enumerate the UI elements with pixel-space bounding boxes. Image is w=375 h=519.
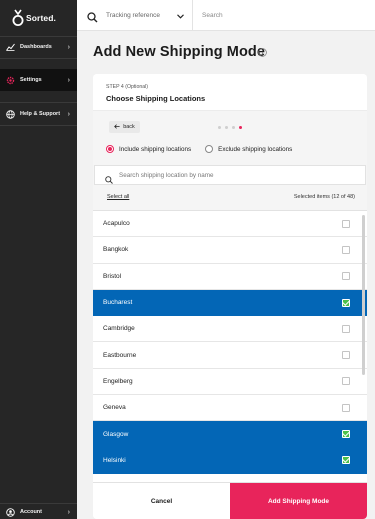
back-button[interactable]: back xyxy=(109,121,140,133)
location-checkbox[interactable] xyxy=(342,245,350,254)
chart-icon xyxy=(6,43,15,52)
location-checkbox-checked[interactable] xyxy=(342,430,350,439)
exclude-radio[interactable] xyxy=(205,145,214,153)
location-checkbox-checked[interactable] xyxy=(342,456,350,465)
sidebar-divider xyxy=(0,503,77,504)
globe-icon xyxy=(6,109,15,119)
location-checkbox[interactable] xyxy=(342,219,350,228)
search-icon xyxy=(105,171,113,184)
location-row[interactable]: Bucharest xyxy=(93,289,367,317)
shipping-mode-wizard-card: STEP 4 (Optional) Choose Shipping Locati… xyxy=(93,74,367,519)
exclude-radio-option[interactable]: Exclude shipping locations xyxy=(205,145,292,153)
location-row[interactable]: Bristol xyxy=(93,264,367,290)
step-dot-active xyxy=(239,126,242,129)
user-icon xyxy=(6,507,15,517)
sidebar-item-label: Help & Support xyxy=(20,111,61,117)
location-name: Acapulco xyxy=(103,220,130,228)
tracking-reference-dropdown[interactable]: Tracking reference xyxy=(77,0,193,31)
chevron-down-icon xyxy=(177,6,184,24)
top-bar: Tracking reference Search xyxy=(77,0,375,31)
chevron-right-icon: › xyxy=(67,43,70,51)
sidebar-item-settings[interactable]: Settings › xyxy=(0,69,77,91)
step-dot xyxy=(218,126,221,129)
location-checkbox[interactable] xyxy=(342,351,350,360)
account-label: Account xyxy=(20,509,42,515)
sidebar-item-account[interactable]: Account › xyxy=(0,505,77,519)
location-checkbox[interactable] xyxy=(342,377,350,386)
select-all-link[interactable]: Select all xyxy=(107,194,129,200)
location-name: Bucharest xyxy=(103,299,133,307)
location-name: Eastbourne xyxy=(103,351,137,359)
location-name: Glasgow xyxy=(103,430,129,438)
sidebar-item-help-support[interactable]: Help & Support › xyxy=(0,103,77,125)
cancel-button[interactable]: Cancel xyxy=(93,483,230,519)
back-label: back xyxy=(123,124,135,130)
list-scrollbar[interactable] xyxy=(362,215,365,375)
location-search-box xyxy=(94,165,366,185)
location-row[interactable]: Acapulco xyxy=(93,211,367,238)
step-dot xyxy=(232,126,235,129)
location-row[interactable]: Eastbourne xyxy=(93,342,367,369)
top-search-input[interactable]: Search xyxy=(193,12,223,19)
wizard-header: STEP 4 (Optional) Choose Shipping Locati… xyxy=(93,74,367,110)
wizard-footer: Cancel Add Shipping Mode xyxy=(93,482,367,519)
location-row[interactable]: Helsinki xyxy=(93,447,367,474)
location-search-input[interactable] xyxy=(119,171,339,179)
sidebar-item-dashboards[interactable]: Dashboards › xyxy=(0,36,77,58)
sorted-logo-icon xyxy=(12,9,24,26)
add-shipping-mode-button[interactable]: Add Shipping Mode xyxy=(230,483,367,519)
exclude-radio-label: Exclude shipping locations xyxy=(218,145,293,153)
include-exclude-radio-group: Include shipping locations Exclude shipp… xyxy=(106,145,292,153)
selected-items-count: Selected items (12 of 48) xyxy=(293,194,355,200)
location-name: Cambridge xyxy=(103,325,135,333)
location-row[interactable]: Engelberg xyxy=(93,369,367,396)
chevron-right-icon: › xyxy=(67,508,70,516)
location-name: Bristol xyxy=(103,272,122,280)
settings-icon xyxy=(6,76,15,85)
sorted-logo[interactable]: Sorted. xyxy=(12,6,72,30)
location-row[interactable]: Cambridge xyxy=(93,316,367,343)
location-checkbox[interactable] xyxy=(342,403,350,412)
sidebar: Sorted. Dashboards › Settings › Help & S… xyxy=(0,0,77,519)
info-icon[interactable] xyxy=(258,44,267,57)
chevron-right-icon: › xyxy=(67,76,70,84)
location-name: Geneva xyxy=(103,404,126,412)
location-checkbox-checked[interactable] xyxy=(342,298,350,307)
step-label: STEP 4 (Optional) xyxy=(106,84,148,90)
sidebar-item-label: Dashboards xyxy=(20,44,52,50)
page-title: Add New Shipping Mode xyxy=(93,44,266,60)
sidebar-divider xyxy=(0,58,77,59)
include-radio-option[interactable]: Include shipping locations xyxy=(106,145,191,153)
step-title: Choose Shipping Locations xyxy=(106,94,206,103)
brand-name: Sorted. xyxy=(26,13,56,23)
location-checkbox[interactable] xyxy=(342,324,350,333)
location-name: Bangkok xyxy=(103,246,129,254)
location-name: Helsinki xyxy=(103,456,126,464)
sidebar-item-label: Settings xyxy=(20,77,42,83)
sidebar-divider xyxy=(0,125,77,126)
location-list: Acapulco Bangkok Bristol Bucharest Cambridge… xyxy=(93,210,367,474)
location-checkbox[interactable] xyxy=(342,272,350,281)
tracking-reference-label: Tracking reference xyxy=(106,11,160,19)
arrow-left-icon xyxy=(114,123,120,131)
include-radio[interactable] xyxy=(106,145,114,153)
step-dot xyxy=(225,126,228,129)
step-indicator xyxy=(218,126,246,129)
location-row[interactable]: Glasgow xyxy=(93,421,367,448)
include-radio-label: Include shipping locations xyxy=(119,145,192,153)
location-name: Engelberg xyxy=(103,377,133,385)
chevron-right-icon: › xyxy=(67,110,70,118)
location-row[interactable]: Geneva xyxy=(93,395,367,422)
location-row[interactable]: Bangkok xyxy=(93,237,367,264)
search-icon xyxy=(87,10,98,22)
